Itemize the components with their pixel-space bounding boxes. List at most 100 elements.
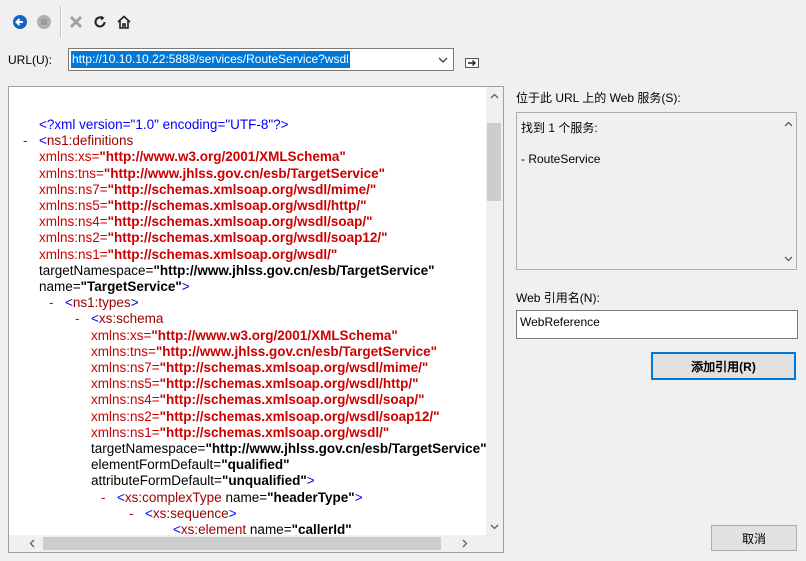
horizontal-scrollbar[interactable] xyxy=(9,535,487,552)
xml-token: < xyxy=(65,295,73,311)
close-button[interactable] xyxy=(66,12,86,32)
xml-line: xmlns:ns7="http://schemas.xmlsoap.org/ws… xyxy=(91,360,428,376)
collapse-toggle[interactable]: - xyxy=(129,506,134,522)
xml-token: xmlns:ns1= xyxy=(91,424,160,440)
xml-line: <ns1:types> xyxy=(65,295,139,311)
xml-line: <ns1:definitions xyxy=(39,133,133,149)
go-arrow-icon xyxy=(465,58,479,68)
xml-token: "http://www.jhlss.gov.cn/esb/TargetServi… xyxy=(205,441,487,456)
chevron-right-icon xyxy=(462,539,467,548)
chevron-down-icon xyxy=(784,256,793,261)
collapse-toggle[interactable]: - xyxy=(23,133,28,149)
xml-token: "http://schemas.xmlsoap.org/wsdl/soap12/… xyxy=(107,230,388,246)
xml-line: <xs:schema xyxy=(91,311,163,327)
xml-token: elementFormDefault= xyxy=(91,457,222,473)
xml-line: attributeFormDefault="unqualified"> xyxy=(91,473,315,489)
toolbar xyxy=(0,0,806,44)
reference-name-input[interactable]: WebReference xyxy=(516,310,798,339)
stop-button[interactable] xyxy=(34,12,54,32)
home-button[interactable] xyxy=(114,12,134,32)
reference-name-label: Web 引用名(N): xyxy=(516,291,600,305)
xml-token: < xyxy=(91,311,99,327)
refresh-button[interactable] xyxy=(90,12,110,32)
back-button[interactable] xyxy=(10,12,30,32)
refresh-icon xyxy=(94,15,106,28)
xml-document: <?xml version="1.0" encoding="UTF-8"?> - <… xyxy=(9,87,487,535)
vertical-scroll-thumb[interactable] xyxy=(487,123,501,201)
xml-token: attributeFormDefault= xyxy=(91,473,222,489)
scroll-left-button[interactable] xyxy=(23,535,40,552)
chevron-up-icon xyxy=(784,121,793,126)
xml-line: xmlns:ns5="http://schemas.xmlsoap.org/ws… xyxy=(91,376,419,392)
xml-token: < xyxy=(173,522,181,535)
xml-token: xmlns:ns4= xyxy=(91,392,160,408)
xml-token: "http://www.w3.org/2001/XMLSchema" xyxy=(99,149,346,165)
xml-token: ns1:types xyxy=(72,295,131,311)
xml-token: name= xyxy=(221,489,268,505)
url-dropdown-button[interactable] xyxy=(435,51,451,68)
xml-token: "TargetService" xyxy=(80,279,182,294)
chevron-left-icon xyxy=(29,539,34,548)
url-value: http://10.10.10.22:5888/services/RouteSe… xyxy=(71,51,350,68)
xml-token: xs:element xyxy=(180,522,247,535)
xml-token: "http://schemas.xmlsoap.org/wsdl/http/" xyxy=(159,376,419,392)
xml-token: "http://schemas.xmlsoap.org/wsdl/http/" xyxy=(107,198,367,213)
xml-line: xmlns:ns7="http://schemas.xmlsoap.org/ws… xyxy=(39,182,376,198)
xml-line: xmlns:tns="http://www.jhlss.gov.cn/esb/T… xyxy=(91,344,437,360)
cancel-button[interactable]: 取消 xyxy=(711,525,797,551)
xml-token: "http://schemas.xmlsoap.org/wsdl/soap12/… xyxy=(159,408,440,424)
xml-token: < xyxy=(39,133,47,149)
scroll-right-button[interactable] xyxy=(456,535,473,552)
xml-token: xmlns:ns2= xyxy=(91,408,160,424)
toolbar-separator xyxy=(60,6,62,38)
xml-token: xmlns:ns7= xyxy=(39,181,108,197)
xml-token: xmlns:ns2= xyxy=(39,230,108,246)
stop-icon xyxy=(37,15,51,29)
xml-token: "http://www.jhlss.gov.cn/esb/TargetServi… xyxy=(153,262,435,278)
scroll-down-button[interactable] xyxy=(781,250,796,267)
scroll-down-button[interactable] xyxy=(486,518,503,535)
xml-token: xmlns:xs= xyxy=(39,149,100,165)
back-arrow-icon xyxy=(13,15,27,29)
xml-line: <xs:element name="callerId" xyxy=(173,522,352,535)
xml-token: "http://schemas.xmlsoap.org/wsdl/" xyxy=(107,246,338,262)
xml-line: xmlns:ns4="http://schemas.xmlsoap.org/ws… xyxy=(39,214,373,230)
xml-token: > xyxy=(306,473,315,489)
xml-token: targetNamespace= xyxy=(39,262,154,278)
xml-token: > xyxy=(130,295,139,311)
close-x-icon xyxy=(69,15,83,29)
collapse-toggle[interactable]: - xyxy=(101,490,106,506)
xml-line: targetNamespace="http://www.jhlss.gov.cn… xyxy=(39,263,435,279)
xml-token: name= xyxy=(39,279,81,294)
xml-token: "http://www.w3.org/2001/XMLSchema" xyxy=(151,327,398,343)
services-scrollbar[interactable] xyxy=(781,113,796,269)
collapse-toggle[interactable]: - xyxy=(75,311,80,327)
xml-line: name="TargetService"> xyxy=(39,279,190,295)
xml-token: xs:complexType xyxy=(124,489,222,505)
scrollbar-corner xyxy=(486,535,503,552)
add-reference-button[interactable]: 添加引用(R) xyxy=(651,352,796,380)
url-input[interactable]: http://10.10.10.22:5888/services/RouteSe… xyxy=(68,48,454,71)
xml-line: xmlns:ns2="http://schemas.xmlsoap.org/ws… xyxy=(39,230,388,246)
collapse-toggle[interactable]: - xyxy=(49,295,54,311)
xml-line: xmlns:tns="http://www.jhlss.gov.cn/esb/T… xyxy=(39,166,385,182)
xml-token: ns1:definitions xyxy=(46,133,134,149)
horizontal-scroll-thumb[interactable] xyxy=(43,537,441,550)
xml-token: xs:schema xyxy=(98,311,164,327)
xml-token: "http://schemas.xmlsoap.org/wsdl/mime/" xyxy=(159,360,429,375)
xml-token: xmlns:ns5= xyxy=(91,376,160,392)
xml-line: xmlns:ns1="http://schemas.xmlsoap.org/ws… xyxy=(91,425,389,441)
wsdl-xml-viewer[interactable]: <?xml version="1.0" encoding="UTF-8"?> - <… xyxy=(8,86,504,553)
xml-token: < xyxy=(145,505,153,521)
xml-token: > xyxy=(228,505,237,521)
xml-line: <xs:complexType name="headerType"> xyxy=(117,490,363,506)
vertical-scrollbar[interactable] xyxy=(486,87,503,535)
xml-token: < xyxy=(117,489,125,505)
xml-line: targetNamespace="http://www.jhlss.gov.cn… xyxy=(91,441,487,457)
scroll-up-button[interactable] xyxy=(781,115,796,132)
go-button[interactable] xyxy=(463,56,481,70)
xml-token: "http://schemas.xmlsoap.org/wsdl/mime/" xyxy=(107,181,377,197)
xml-token: xmlns:xs= xyxy=(91,327,152,343)
xml-token: xmlns:tns= xyxy=(39,165,104,181)
scroll-up-button[interactable] xyxy=(486,87,503,104)
